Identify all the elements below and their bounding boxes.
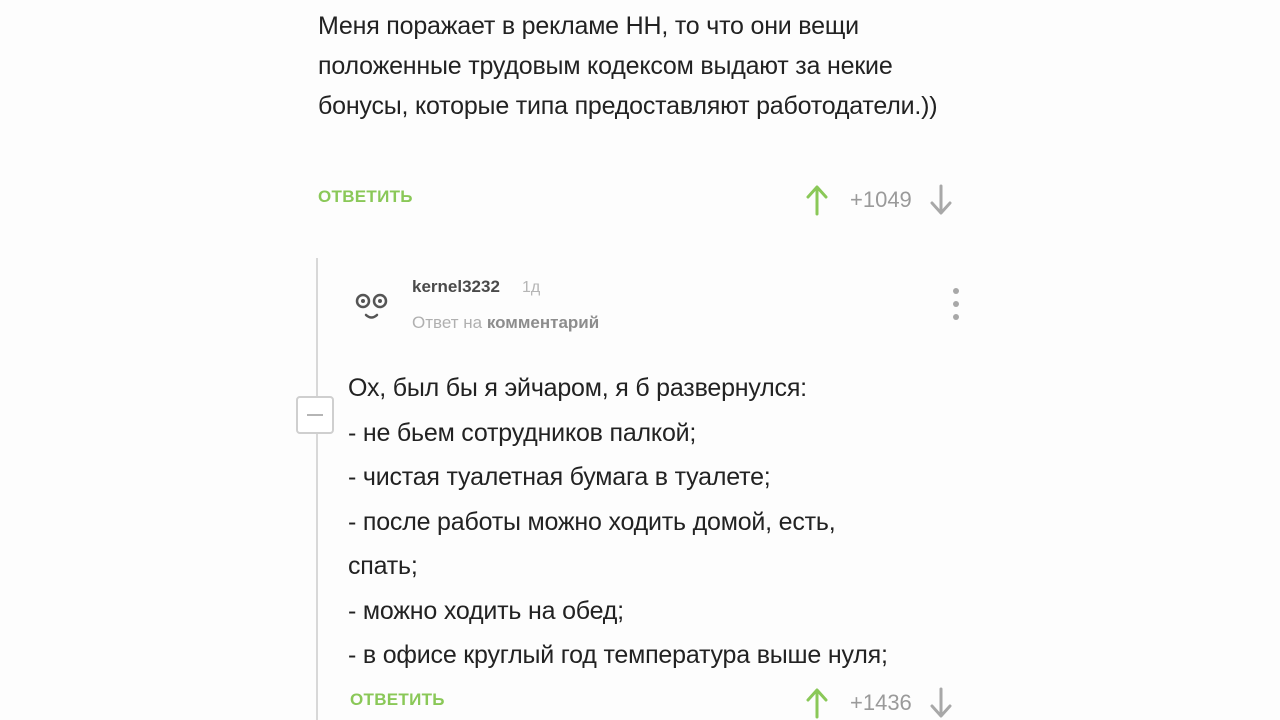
arrow-down-icon <box>930 687 952 718</box>
comment-line: Ох, был бы я эйчаром, я б развернулся: <box>348 374 807 402</box>
comment-line: - в офисе круглый год температура выше н… <box>348 641 888 669</box>
upvote-button[interactable] <box>800 683 834 720</box>
vote-controls: +1436 <box>800 683 958 720</box>
comment-body: Меня поражает в рекламе НН, то что они в… <box>318 12 938 120</box>
comment-author[interactable]: kernel3232 <box>412 277 500 297</box>
more-vertical-icon <box>953 288 959 294</box>
rating-value: +1049 <box>850 187 912 212</box>
arrow-up-icon <box>806 185 828 216</box>
reply-button[interactable]: ОТВЕТИТЬ <box>318 187 413 207</box>
reply-to-info: Ответ на комментарий <box>412 313 599 333</box>
arrow-up-icon <box>806 688 828 719</box>
rating-value: +1436 <box>850 690 912 715</box>
thread-line <box>316 258 318 720</box>
comment-line: спать; <box>348 552 418 580</box>
minus-icon <box>307 414 323 416</box>
comments-page: Меня поражает в рекламе НН, то что они в… <box>0 0 1280 720</box>
comment-time: 1д <box>522 279 541 296</box>
comment-body: Ох, был бы я эйчаром, я б развернулся: -… <box>348 366 988 678</box>
upvote-button[interactable] <box>800 180 834 220</box>
collapse-thread-button[interactable] <box>296 396 334 434</box>
arrow-down-icon <box>930 184 952 215</box>
reply-to-prefix: Ответ на <box>412 313 483 332</box>
more-options-button[interactable] <box>944 286 968 322</box>
face-avatar-icon <box>355 293 388 319</box>
vote-controls: +1049 <box>800 180 958 220</box>
downvote-button[interactable] <box>924 180 958 220</box>
avatar[interactable] <box>352 287 392 327</box>
comment-line: - чистая туалетная бумага в туалете; <box>348 463 771 491</box>
downvote-button[interactable] <box>924 683 958 720</box>
reply-button[interactable]: ОТВЕТИТЬ <box>350 690 445 710</box>
reply-to-link[interactable]: комментарий <box>487 313 599 332</box>
comment-line: - можно ходить на обед; <box>348 596 624 625</box>
comment-line: - после работы можно ходить домой, есть, <box>348 507 836 536</box>
comment-line: - не бьем сотрудников палкой; <box>348 418 697 447</box>
